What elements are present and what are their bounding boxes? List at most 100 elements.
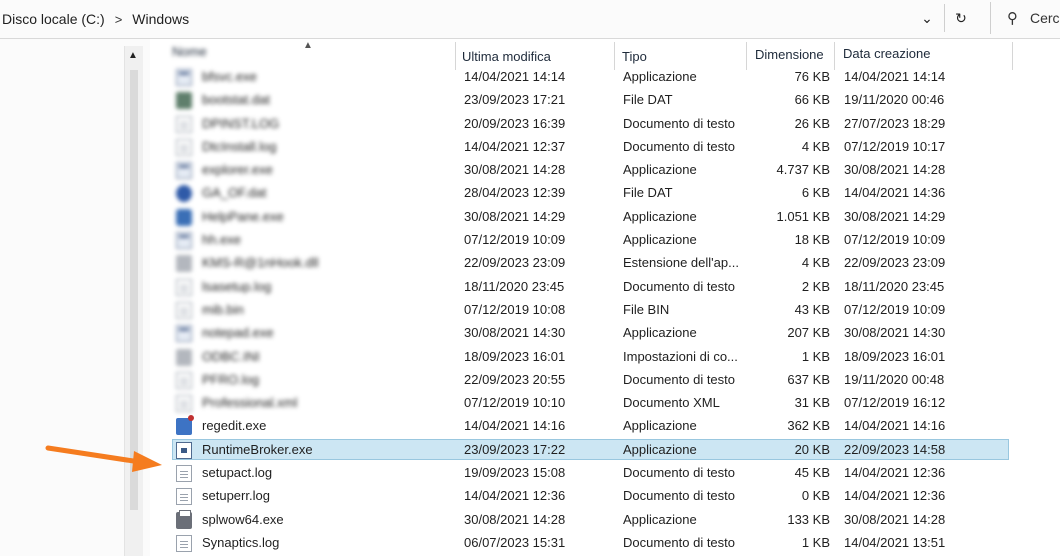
refresh-icon[interactable]: ↻ [942, 2, 980, 34]
file-created: 07/12/2019 10:17 [844, 138, 946, 154]
table-row[interactable]: explorer.exe 30/08/2021 14:28 Applicazione… [0, 159, 1060, 182]
table-row[interactable]: hh.exe 07/12/2019 10:09 Applicazione 18 KB 0… [0, 229, 1060, 252]
file-type: Applicazione [623, 325, 697, 341]
registry-icon [176, 415, 194, 436]
file-modified: 14/04/2021 14:14 [464, 69, 566, 84]
breadcrumb-windows[interactable]: Windows [132, 11, 189, 27]
file-created: 22/09/2023 14:58 [844, 441, 946, 457]
table-row[interactable]: splwow64.exe 30/08/2021 14:28 Applicazione… [0, 509, 1060, 532]
table-row[interactable]: Professional.xml 07/12/2019 10:10 Document… [0, 392, 1060, 415]
file-created: 14/04/2021 14:36 [844, 185, 946, 201]
file-modified: 22/09/2023 20:55 [464, 371, 566, 387]
table-row[interactable]: HelpPane.exe 30/08/2021 14:29 Applicazione… [0, 206, 1060, 229]
file-created: 27/07/2023 18:29 [844, 115, 946, 131]
breadcrumb-disk[interactable]: Disco locale (C:) [2, 11, 105, 27]
table-row[interactable]: KMS-R@1nHook.dll 22/09/2023 23:09 Estensio… [0, 252, 1060, 275]
settings-file-icon [176, 255, 192, 273]
file-type: Applicazione [623, 69, 697, 84]
globe-icon [176, 185, 192, 203]
file-type: Applicazione [623, 511, 697, 527]
file-size: 0 KB [801, 488, 830, 504]
file-size: 362 KB [787, 418, 830, 434]
file-created: 14/04/2021 14:14 [844, 69, 946, 84]
file-type: Applicazione [623, 162, 697, 178]
file-type: File DAT [623, 185, 673, 201]
search-icon: ⚲ [1007, 10, 1018, 27]
search-input[interactable]: ⚲ Cerc [990, 2, 1060, 34]
file-type: File DAT [623, 92, 673, 108]
table-row[interactable]: ODBC.INI 18/09/2023 16:01 Impostazioni di … [0, 346, 1060, 369]
table-row[interactable]: PFRO.log 22/09/2023 20:55 Documento di tes… [0, 369, 1060, 392]
file-type: Documento di testo [623, 534, 736, 550]
file-modified: 18/09/2023 16:01 [464, 348, 566, 364]
table-row[interactable]: setuperr.log 14/04/2021 12:36 Documento di… [0, 485, 1060, 508]
help-icon [176, 208, 192, 226]
file-size: 20 KB [794, 441, 830, 457]
file-name: Synaptics.log [202, 534, 280, 550]
file-type: Documento di testo [623, 138, 736, 154]
file-created: 07/12/2019 16:12 [844, 395, 946, 411]
file-type: Documento di testo [623, 465, 736, 481]
table-row[interactable]: bootstat.dat 23/09/2023 17:21 File DAT 66 K… [0, 89, 1060, 112]
file-size: 4.737 KB [776, 162, 831, 178]
table-row[interactable]: Synaptics.log 06/07/2023 15:31 Documento d… [0, 532, 1060, 555]
table-row[interactable]: DtcInstall.log 14/04/2021 12:37 Documento … [0, 136, 1060, 159]
text-document-icon [176, 278, 192, 296]
file-modified: 30/08/2021 14:28 [464, 511, 566, 527]
file-type: Documento di testo [623, 115, 736, 131]
file-modified: 19/09/2023 15:08 [464, 465, 566, 481]
file-modified: 20/09/2023 16:39 [464, 115, 566, 131]
file-name: hh.exe [202, 232, 242, 248]
table-row[interactable]: DPINST.LOG 20/09/2023 16:39 Documento di t… [0, 113, 1060, 136]
file-modified: 14/04/2021 12:36 [464, 488, 566, 504]
file-created: 14/04/2021 14:16 [844, 418, 946, 434]
window-app-icon [176, 441, 192, 459]
text-document-icon [176, 465, 192, 483]
table-row[interactable]: notepad.exe 30/08/2021 14:30 Applicazione 2… [0, 322, 1060, 345]
table-row[interactable]: mib.bin 07/12/2019 10:08 File BIN 43 KB 07/1… [0, 299, 1060, 322]
file-name: ODBC.INI [202, 348, 260, 364]
file-name: GA_OF.dat [202, 185, 267, 201]
file-name: notepad.exe [202, 325, 274, 341]
file-name: bootstat.dat [202, 92, 270, 108]
file-created: 18/11/2020 23:45 [844, 278, 945, 294]
file-name: setuperr.log [202, 488, 270, 504]
file-created: 30/08/2021 14:30 [844, 325, 946, 341]
file-type: File BIN [623, 301, 670, 317]
file-size: 18 KB [794, 232, 830, 248]
file-size: 43 KB [794, 301, 830, 317]
file-size: 1 KB [801, 534, 830, 550]
file-name: DPINST.LOG [202, 115, 280, 131]
address-bar[interactable]: Disco locale (C:) > Windows ⌄ ↻ ⚲ Cerc [0, 0, 1060, 39]
table-row[interactable]: GA_OF.dat 28/04/2023 12:39 File DAT 6 KB 14/… [0, 182, 1060, 205]
file-size: 637 KB [787, 371, 830, 387]
table-row[interactable]: regedit.exe 14/04/2021 14:16 Applicazione 3… [0, 415, 1060, 438]
table-row[interactable]: lsasetup.log 18/11/2020 23:45 Documento di… [0, 276, 1060, 299]
file-modified: 06/07/2023 15:31 [464, 534, 566, 550]
application-icon [176, 162, 192, 180]
chevron-down-icon[interactable]: ⌄ [908, 2, 946, 34]
file-name: bfsvc.exe [202, 69, 257, 84]
file-modified: 07/12/2019 10:09 [464, 232, 566, 248]
printer-icon [176, 509, 192, 529]
file-created: 30/08/2021 14:29 [844, 208, 946, 224]
breadcrumb-separator-icon[interactable]: > [115, 12, 123, 27]
file-name: PFRO.log [202, 371, 260, 387]
file-name: DtcInstall.log [202, 138, 277, 154]
file-size: 133 KB [787, 511, 830, 527]
file-name: splwow64.exe [202, 511, 284, 527]
file-size: 1 KB [801, 348, 830, 364]
file-modified: 07/12/2019 10:08 [464, 301, 566, 317]
scroll-up-icon[interactable]: ▲ [128, 50, 138, 61]
file-name: Professional.xml [202, 395, 298, 411]
file-modified: 14/04/2021 14:16 [464, 418, 566, 434]
file-name: explorer.exe [202, 162, 273, 178]
file-type: Documento di testo [623, 278, 736, 294]
file-type: Estensione dell'ap... [623, 255, 739, 271]
table-row[interactable]: bfsvc.exe 14/04/2021 14:14 Applicazione 76 … [0, 66, 1060, 89]
file-created: 07/12/2019 10:09 [844, 301, 946, 317]
file-type: Impostazioni di co... [623, 348, 738, 364]
text-document-icon [176, 395, 192, 413]
file-name: lsasetup.log [202, 278, 272, 294]
file-modified: 23/09/2023 17:22 [464, 441, 566, 457]
